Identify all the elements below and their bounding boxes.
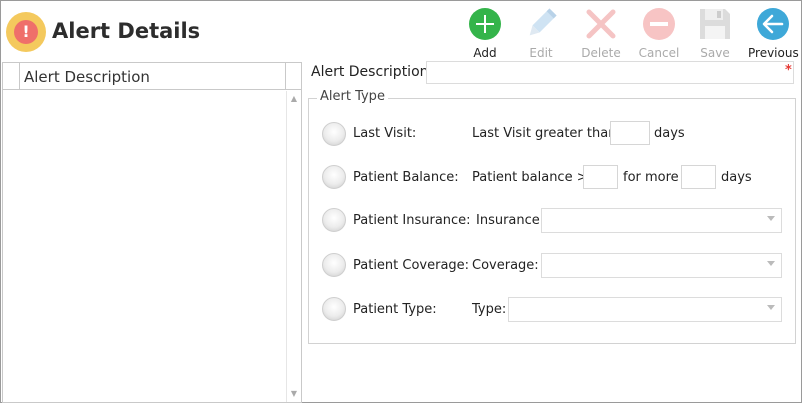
chevron-down-icon	[767, 261, 775, 266]
grid-header-end	[285, 63, 301, 90]
save-label: Save	[700, 46, 730, 60]
patient-balance-days-unit: days	[721, 170, 752, 185]
arrow-left-icon	[757, 8, 789, 40]
column-header-alert-description[interactable]: Alert Description	[24, 68, 150, 86]
alert-type-legend: Alert Type	[317, 89, 388, 104]
previous-button[interactable]: Previous	[748, 7, 799, 60]
page-title: Alert Details	[52, 19, 201, 43]
patient-balance-amount-input[interactable]	[583, 165, 618, 189]
alert-icon: !	[6, 12, 46, 52]
radio-patient-insurance[interactable]	[322, 208, 346, 232]
patient-balance-days-input[interactable]	[681, 165, 716, 189]
last-visit-label: Last Visit:	[353, 126, 417, 141]
delete-x-icon	[586, 9, 616, 39]
alert-description-input[interactable]	[426, 61, 794, 84]
chevron-down-icon	[767, 305, 775, 310]
add-label: Add	[473, 46, 497, 60]
patient-type-label: Patient Type:	[353, 302, 437, 317]
last-visit-text: Last Visit greater than	[472, 126, 617, 141]
insurance-select[interactable]	[541, 208, 782, 233]
grid-header: Alert Description	[3, 63, 301, 90]
alert-description-label: Alert Description:	[311, 64, 434, 80]
cancel-icon	[643, 8, 675, 40]
previous-label: Previous	[748, 46, 799, 60]
coverage-field-label: Coverage:	[472, 258, 539, 273]
plus-icon	[469, 8, 501, 40]
edit-button[interactable]: Edit	[516, 7, 566, 60]
radio-last-visit[interactable]	[322, 122, 346, 146]
patient-balance-text: Patient balance >	[472, 170, 588, 185]
coverage-select[interactable]	[541, 253, 782, 278]
grid-vertical-scrollbar[interactable]: ▲ ▼	[286, 91, 301, 402]
patient-balance-label: Patient Balance:	[353, 170, 459, 185]
grid-row-selector-header	[3, 63, 20, 90]
patient-balance-mid-text: for more	[623, 170, 679, 185]
radio-patient-balance[interactable]	[322, 165, 346, 189]
pencil-icon	[529, 8, 557, 36]
type-field-label: Type:	[472, 302, 507, 317]
radio-patient-type[interactable]	[322, 297, 346, 321]
last-visit-days-unit: days	[654, 126, 685, 141]
insurance-field-label: Insurance:	[476, 213, 545, 228]
floppy-disk-icon	[700, 9, 730, 39]
edit-label: Edit	[529, 46, 553, 60]
patient-coverage-label: Patient Coverage:	[353, 258, 470, 273]
cancel-label: Cancel	[638, 46, 680, 60]
alert-description-grid[interactable]: Alert Description ▲ ▼	[2, 62, 302, 403]
alert-details-window: ! Alert Details Add Edit Delete Cancel S…	[0, 0, 802, 403]
save-button[interactable]: Save	[690, 7, 740, 60]
scroll-up-icon[interactable]: ▲	[289, 94, 299, 104]
chevron-down-icon	[767, 216, 775, 221]
delete-label: Delete	[581, 46, 621, 60]
scroll-down-icon[interactable]: ▼	[289, 389, 299, 399]
last-visit-days-input[interactable]	[610, 121, 650, 145]
type-select[interactable]	[508, 297, 782, 322]
radio-patient-coverage[interactable]	[322, 253, 346, 277]
alert-icon-glyph: !	[14, 20, 38, 44]
delete-button[interactable]: Delete	[576, 7, 626, 60]
add-button[interactable]: Add	[460, 7, 510, 60]
cancel-button[interactable]: Cancel	[634, 7, 684, 60]
required-indicator: *	[785, 63, 792, 78]
patient-insurance-label: Patient Insurance:	[353, 213, 471, 228]
